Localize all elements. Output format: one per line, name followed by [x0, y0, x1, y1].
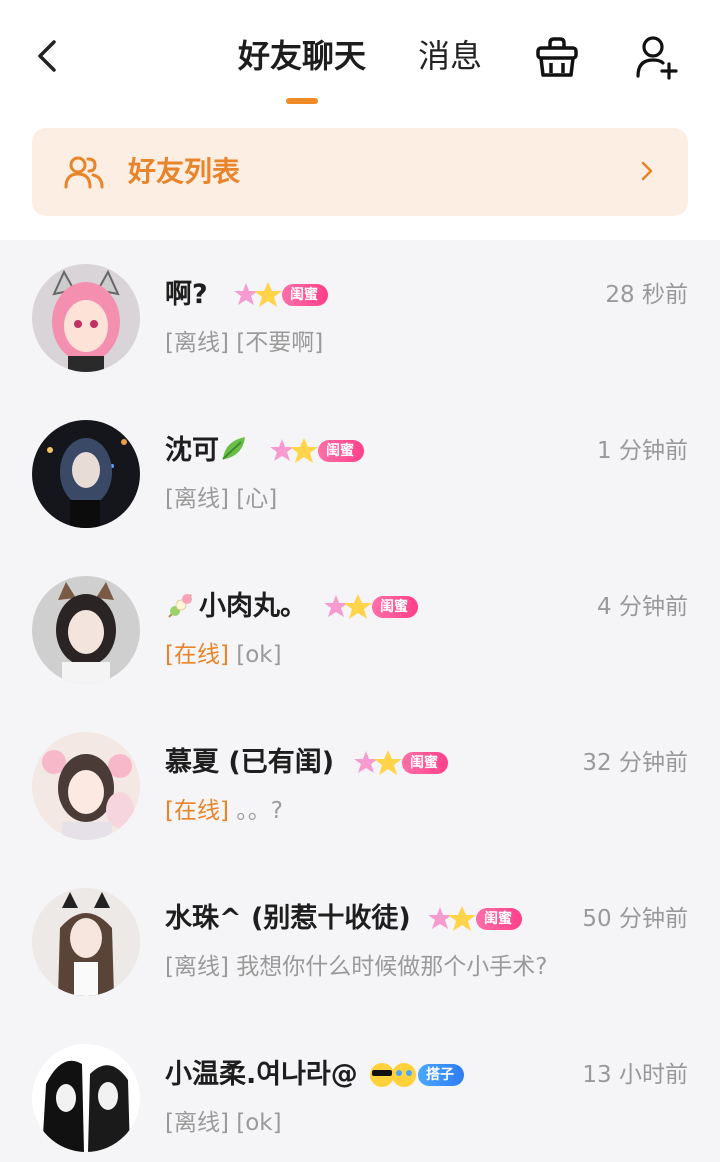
- message-preview: [离线] [ok]: [165, 1106, 282, 1140]
- badge-label: 闺蜜: [282, 284, 328, 306]
- active-tab-indicator: [286, 98, 318, 104]
- badge-label: 搭子: [418, 1064, 464, 1086]
- status-label: [离线]: [165, 486, 229, 512]
- last-message: [ok]: [236, 642, 282, 668]
- message-preview: [离线] [不要啊]: [165, 326, 323, 360]
- last-message: 。。?: [236, 798, 283, 824]
- friend-list-entry[interactable]: 好友列表: [32, 128, 688, 216]
- chat-row[interactable]: 小温柔.여나라@ 搭子 13 小时前 [离线] [ok]: [0, 1020, 720, 1162]
- avatar[interactable]: [32, 888, 140, 996]
- status-label: [在线]: [165, 642, 229, 668]
- message-preview: [离线] [心]: [165, 482, 277, 516]
- avatar[interactable]: [32, 264, 140, 372]
- contact-name: 慕夏 (已有闺): [165, 747, 335, 778]
- relation-badge: 闺蜜: [322, 592, 418, 622]
- stars-badge-icon: [354, 750, 402, 775]
- status-label: [离线]: [165, 954, 229, 980]
- back-arrow-icon[interactable]: [30, 36, 64, 76]
- timestamp: 4 分钟前: [597, 594, 688, 620]
- avatar[interactable]: [32, 576, 140, 684]
- friend-list-label: 好友列表: [128, 155, 241, 188]
- contact-name: 小肉丸。: [165, 588, 307, 626]
- badge-label: 闺蜜: [318, 440, 364, 462]
- badge-label: 闺蜜: [476, 908, 522, 930]
- timestamp: 1 分钟前: [597, 438, 688, 464]
- clean-basket-icon[interactable]: [534, 34, 580, 80]
- message-preview: [在线] [ok]: [165, 638, 282, 672]
- dango-emoji-icon: [168, 594, 192, 618]
- contact-name-text: 沈可: [165, 435, 219, 466]
- tab-messages[interactable]: 消息: [418, 34, 482, 78]
- relation-badge: 闺蜜: [426, 904, 522, 934]
- timestamp: 13 小时前: [582, 1062, 688, 1088]
- contact-name: 水珠^ (别惹十收徒): [165, 903, 411, 934]
- status-label: [离线]: [165, 1110, 229, 1136]
- leaf-emoji-icon: [222, 437, 245, 460]
- last-message: [心]: [236, 486, 278, 512]
- contact-name: 啊?: [165, 279, 208, 310]
- chat-row[interactable]: 小肉丸。 闺蜜 4 分钟前 [在线] [ok]: [0, 552, 720, 708]
- stars-badge-icon: [428, 906, 476, 931]
- avatar[interactable]: [32, 732, 140, 840]
- message-preview: [在线] 。。?: [165, 794, 283, 828]
- sunglasses-emoji-icon: [370, 1063, 416, 1087]
- relation-badge: 闺蜜: [352, 748, 448, 778]
- last-message: [不要啊]: [236, 330, 324, 356]
- message-preview: [离线] 我想你什么时候做那个小手术?: [165, 950, 547, 984]
- last-message: 我想你什么时候做那个小手术?: [236, 954, 548, 980]
- friends-icon: [64, 156, 104, 189]
- add-friend-icon[interactable]: [634, 34, 680, 80]
- contact-name-text: 小肉丸。: [199, 591, 307, 622]
- contact-name: 沈可: [165, 432, 249, 470]
- stars-badge-icon: [270, 438, 318, 463]
- chat-row[interactable]: 慕夏 (已有闺) 闺蜜 32 分钟前 [在线] 。。?: [0, 708, 720, 864]
- relation-badge: 搭子: [368, 1060, 464, 1090]
- timestamp: 28 秒前: [605, 282, 688, 308]
- chat-list: 啊? 闺蜜 28 秒前 [离线] [不要啊] 沈可 闺蜜 1 分钟前 [离线] …: [0, 240, 720, 1162]
- stars-badge-icon: [234, 282, 282, 307]
- badge-label: 闺蜜: [402, 752, 448, 774]
- avatar[interactable]: [32, 420, 140, 528]
- stars-badge-icon: [324, 594, 372, 619]
- last-message: [ok]: [236, 1110, 282, 1136]
- status-label: [在线]: [165, 798, 229, 824]
- chevron-right-icon: [641, 161, 653, 181]
- relation-badge: 闺蜜: [268, 436, 364, 466]
- tab-friend-chat[interactable]: 好友聊天: [238, 34, 366, 78]
- chat-row[interactable]: 沈可 闺蜜 1 分钟前 [离线] [心]: [0, 396, 720, 552]
- contact-name: 小温柔.여나라@: [165, 1059, 358, 1090]
- status-label: [离线]: [165, 330, 229, 356]
- avatar[interactable]: [32, 1044, 140, 1152]
- relation-badge: 闺蜜: [232, 280, 328, 310]
- timestamp: 50 分钟前: [582, 906, 688, 932]
- chat-row[interactable]: 啊? 闺蜜 28 秒前 [离线] [不要啊]: [0, 240, 720, 396]
- chat-row[interactable]: 水珠^ (别惹十收徒) 闺蜜 50 分钟前 [离线] 我想你什么时候做那个小手术…: [0, 864, 720, 1020]
- badge-label: 闺蜜: [372, 596, 418, 618]
- timestamp: 32 分钟前: [582, 750, 688, 776]
- top-bar: 好友聊天 消息 好友列表: [0, 0, 720, 240]
